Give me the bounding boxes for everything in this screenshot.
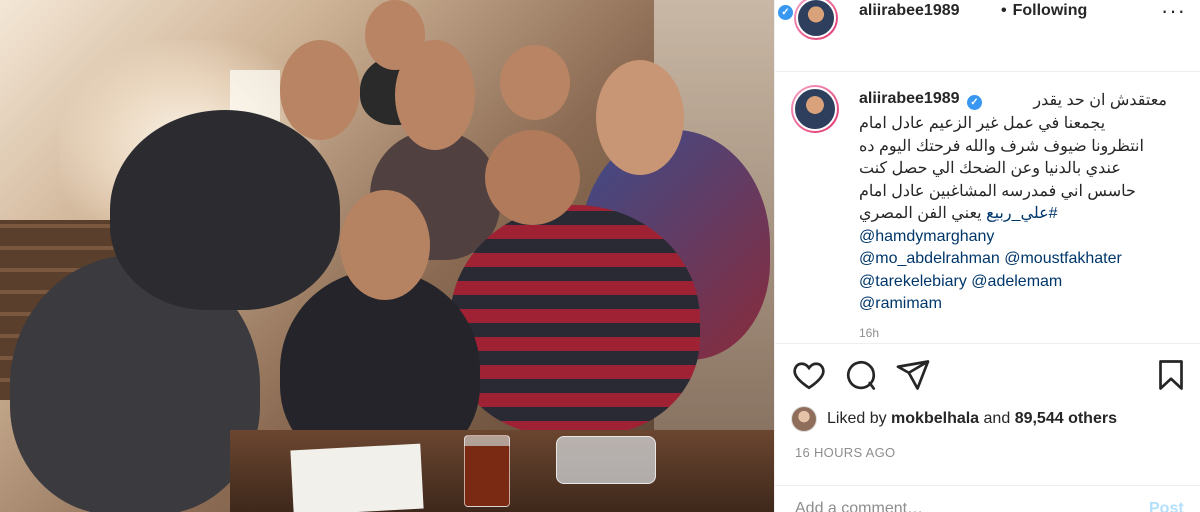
- ashtray: [556, 436, 656, 484]
- post-sidebar: aliirabee1989 ✓ • Following ··· aliirabee…: [774, 0, 1200, 512]
- mention-line: @mo_abdelrahman @moustfakhater: [859, 248, 1169, 271]
- person-face: [340, 190, 430, 300]
- mention-link[interactable]: @mo_abdelrahman: [859, 250, 1000, 267]
- likes-summary: Liked by mokbelhala and 89,544 others: [791, 404, 1117, 434]
- person-face: [280, 40, 360, 140]
- person-face: [500, 45, 570, 120]
- caption-avatar[interactable]: [791, 85, 839, 133]
- likes-prefix: Liked by: [827, 410, 887, 427]
- mention-line: @ramimam: [859, 293, 1169, 316]
- caption-line: حاسس اني فمدرسه المشاغبين عادل امام: [859, 182, 1136, 200]
- post-timestamp[interactable]: 16 HOURS AGO: [795, 445, 895, 460]
- liker-username[interactable]: mokbelhala: [891, 410, 979, 428]
- post-comment-button[interactable]: Post: [1149, 500, 1184, 512]
- caption-line: يعني الفن المصري: [859, 205, 982, 222]
- mention-link[interactable]: @ramimam: [859, 295, 942, 312]
- caption-line: انتظرونا ضيوف شرف والله فرحتك اليوم ده: [859, 137, 1144, 155]
- author-avatar[interactable]: [794, 0, 838, 40]
- author-username[interactable]: aliirabee1989: [859, 2, 960, 20]
- likes-suffix: and: [983, 410, 1011, 427]
- mention-line: @hamdymarghany: [859, 226, 1169, 249]
- caption-first-line: معتقدش ان حد يقدر: [1033, 92, 1167, 109]
- following-button[interactable]: • Following: [1001, 2, 1087, 20]
- person-face: [395, 40, 475, 150]
- separator-dot: •: [1001, 2, 1007, 19]
- caption-line-hashtag: #علي_ربيع يعني الفن المصري: [859, 203, 1169, 226]
- post-header: aliirabee1989 ✓ • Following ···: [775, 0, 1200, 72]
- tea-glass: [464, 435, 510, 507]
- person-face: [596, 60, 684, 175]
- add-comment-bar: Post: [775, 485, 1200, 512]
- person: [110, 110, 340, 310]
- mention-line: @tarekelebiary @adelemam: [859, 271, 1169, 294]
- post-photo[interactable]: [0, 0, 774, 512]
- likes-count[interactable]: 89,544 others: [1015, 410, 1117, 428]
- mention-link[interactable]: @hamdymarghany: [859, 228, 994, 245]
- comment-input[interactable]: [795, 500, 1115, 512]
- mention-link[interactable]: @moustfakhater: [1004, 250, 1122, 267]
- heart-icon[interactable]: [791, 357, 827, 393]
- person-face: [485, 130, 580, 225]
- paper-sheet: [290, 443, 424, 512]
- person: [450, 205, 700, 435]
- caption-time: 16h: [859, 326, 880, 340]
- caption-line: يجمعنا في عمل غير الزعيم عادل امام: [859, 115, 1106, 132]
- mention-link[interactable]: @adelemam: [971, 273, 1062, 290]
- caption-text: يجمعنا في عمل غير الزعيم عادل امام انتظر…: [859, 113, 1169, 316]
- caption-section: aliirabee1989 ✓ معتقدش ان حد يقدر يجمعنا…: [775, 73, 1200, 343]
- verified-icon: ✓: [778, 5, 793, 20]
- caption-username-wrap: aliirabee1989 ✓: [859, 90, 982, 110]
- verified-icon: ✓: [966, 95, 982, 110]
- caption-username[interactable]: aliirabee1989: [859, 90, 960, 107]
- more-icon[interactable]: ···: [1161, 0, 1186, 24]
- post-actions: Liked by mokbelhala and 89,544 others 16…: [775, 343, 1200, 483]
- hashtag-link[interactable]: #علي_ربيع: [986, 205, 1058, 222]
- mention-link[interactable]: @tarekelebiary: [859, 273, 967, 290]
- bookmark-icon[interactable]: [1153, 357, 1189, 393]
- share-icon[interactable]: [895, 357, 931, 393]
- comment-icon[interactable]: [843, 357, 879, 393]
- liker-avatar[interactable]: [791, 406, 817, 432]
- caption-line: عندي بالدنيا وعن الضحك الي حصل كنت: [859, 160, 1121, 177]
- following-label: Following: [1012, 2, 1088, 19]
